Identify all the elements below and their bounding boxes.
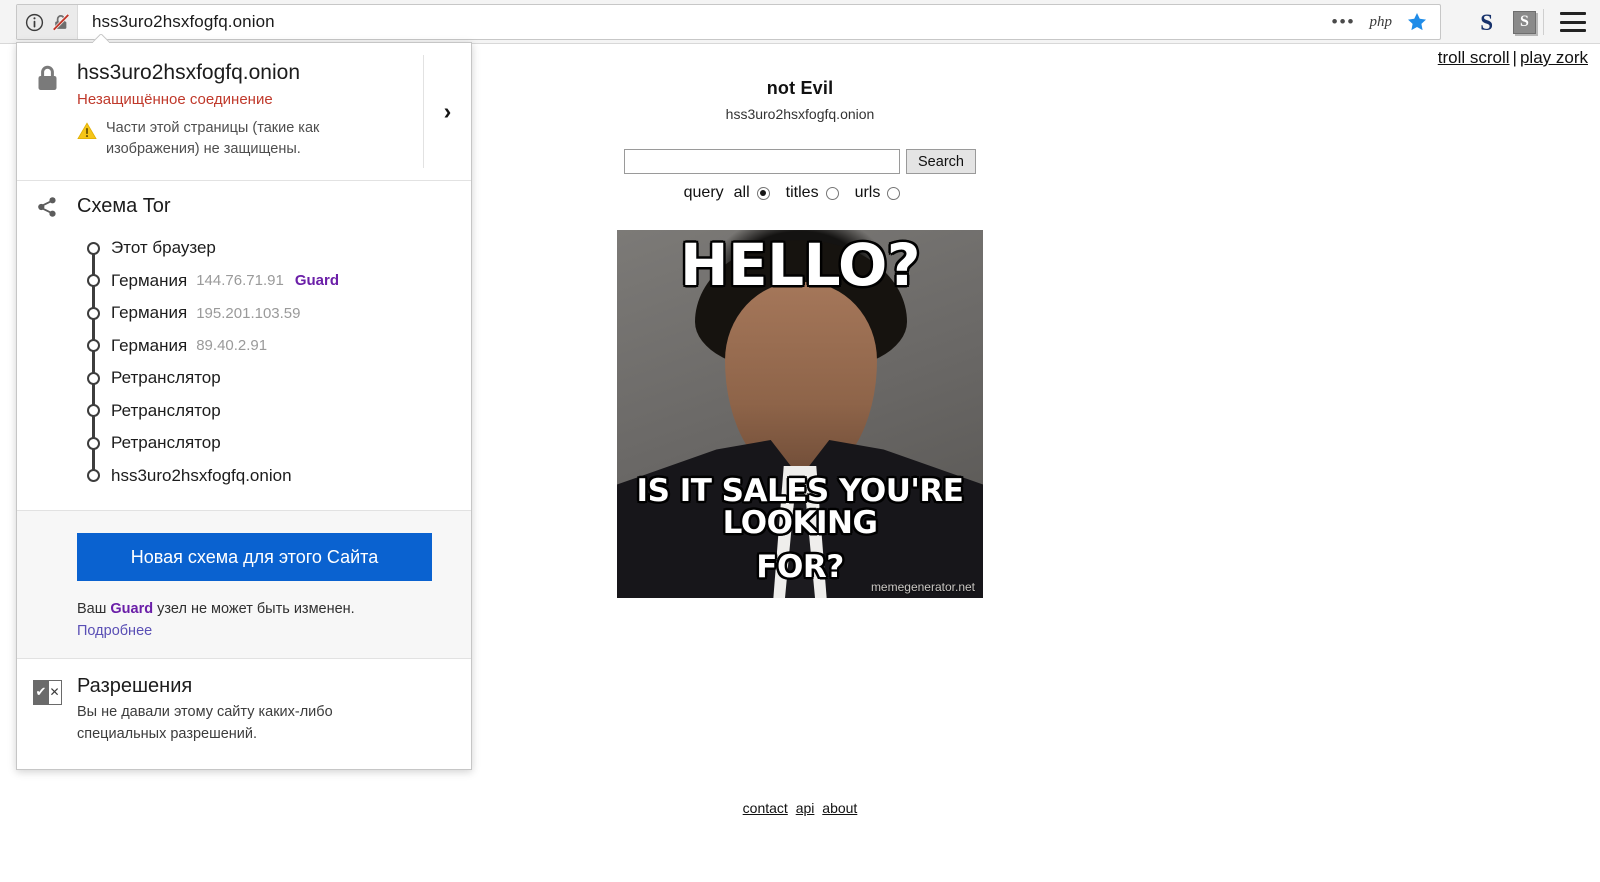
circuit-node-label: Германия bbox=[111, 270, 188, 290]
lock-icon bbox=[36, 65, 59, 92]
guard-note-suffix: узел не может быть изменен. bbox=[153, 601, 355, 618]
meme-top-text: HELLO? bbox=[680, 231, 920, 299]
circuit-node-label: Ретранслятор bbox=[111, 433, 221, 453]
toolbar-divider bbox=[1543, 9, 1544, 35]
scope-option-titles[interactable]: titles bbox=[786, 184, 839, 202]
footer-link-api[interactable]: api bbox=[796, 800, 815, 816]
circuit-node-dot bbox=[86, 371, 100, 385]
circuit-node: Ретранслятор bbox=[17, 427, 471, 460]
circuit-node-ip: 195.201.103.59 bbox=[196, 304, 301, 322]
meme-image: HELLO? IS IT SALES YOU'RE LOOKING FOR? m… bbox=[617, 230, 983, 598]
circuit-node-label: hss3uro2hsxfogfq.onion bbox=[111, 465, 292, 485]
guard-note-bold: Guard bbox=[110, 601, 154, 618]
circuit-node: Этот браузер bbox=[17, 232, 471, 265]
s-grey-extension-icon[interactable]: S bbox=[1513, 10, 1536, 34]
new-circuit-button[interactable]: Новая схема для этого Сайта bbox=[77, 533, 432, 582]
circuit-node-dot bbox=[86, 469, 100, 483]
circuit-node-ip: 144.76.71.91 bbox=[196, 272, 284, 290]
php-icon[interactable]: php bbox=[1370, 14, 1393, 31]
radio-titles[interactable] bbox=[825, 186, 839, 200]
s-blue-extension-icon[interactable]: S bbox=[1480, 11, 1493, 34]
extension-icons: S S bbox=[1480, 0, 1536, 44]
scope-option-all[interactable]: all bbox=[734, 184, 770, 202]
mixed-content-warning: Части этой страницы (такие как изображен… bbox=[77, 118, 465, 160]
scope-label-urls: urls bbox=[854, 184, 881, 201]
hamburger-menu-icon[interactable] bbox=[1560, 12, 1586, 32]
tor-circuit-header: Схема Tor bbox=[17, 195, 471, 218]
urlbar-right-icons: ••• php bbox=[1332, 11, 1440, 33]
circuit-node-dot bbox=[86, 404, 100, 418]
tor-circuit-title: Схема Tor bbox=[77, 195, 171, 218]
footer-link-contact[interactable]: contact bbox=[743, 800, 788, 816]
chevron-right-icon[interactable]: › bbox=[444, 100, 452, 123]
circuit-node-label: Ретранслятор bbox=[111, 368, 221, 388]
permissions-text: Вы не давали этому сайту каких-либо спец… bbox=[77, 703, 333, 742]
circuit-node: Германия 195.201.103.59 bbox=[17, 297, 471, 330]
guard-note-prefix: Ваш bbox=[77, 601, 111, 618]
radio-urls[interactable] bbox=[887, 186, 901, 200]
scope-option-urls[interactable]: urls bbox=[855, 184, 901, 202]
permissions-icon-column: ✔ ✕ bbox=[17, 675, 77, 746]
circuit-node-label: Этот браузер bbox=[111, 238, 216, 258]
circuit-node-dot bbox=[86, 339, 100, 353]
search-input[interactable] bbox=[624, 149, 901, 174]
circuit-node: Ретранслятор bbox=[17, 362, 471, 395]
site-identity-popup: hss3uro2hsxfogfq.onion Незащищённое соед… bbox=[16, 42, 472, 771]
new-circuit-section: Новая схема для этого Сайта Ваш Guard уз… bbox=[17, 511, 471, 659]
permissions-body: Разрешения Вы не давали этому сайту каки… bbox=[77, 675, 377, 746]
circuit-node-label: Ретранслятор bbox=[111, 400, 221, 420]
security-icon-column bbox=[17, 61, 77, 160]
circuit-node: Германия 89.40.2.91 bbox=[17, 330, 471, 363]
circuit-node-label: Германия bbox=[111, 303, 188, 323]
permissions-cross-glyph: ✕ bbox=[48, 680, 61, 704]
learn-more-link[interactable]: Подробнее bbox=[77, 623, 152, 639]
query-label: query bbox=[683, 184, 724, 201]
url-bar[interactable]: hss3uro2hsxfogfq.onion ••• php bbox=[16, 4, 1441, 40]
circuit-node-dot bbox=[86, 306, 100, 320]
more-dots-icon[interactable]: ••• bbox=[1332, 13, 1356, 30]
search-button[interactable]: Search bbox=[906, 149, 976, 174]
scope-label-all: all bbox=[733, 184, 750, 201]
circuit-node-guard-tag: Guard bbox=[294, 272, 339, 290]
warning-triangle-icon bbox=[77, 122, 97, 140]
circuit-node: hss3uro2hsxfogfq.onion bbox=[17, 460, 471, 493]
permissions-checkbox-icon: ✔ ✕ bbox=[32, 679, 62, 705]
radio-all[interactable] bbox=[756, 186, 770, 200]
meme-watermark: memegenerator.net bbox=[870, 580, 975, 594]
security-expand-button[interactable]: › bbox=[423, 55, 471, 169]
permissions-section: ✔ ✕ Разрешения Вы не давали этому сайту … bbox=[17, 659, 471, 770]
browser-toolbar: hss3uro2hsxfogfq.onion ••• php S S bbox=[0, 0, 1600, 44]
tor-circuit-list: Этот браузер Германия 144.76.71.91 Guard… bbox=[17, 232, 471, 492]
circuit-node-dot bbox=[86, 241, 100, 255]
url-text[interactable]: hss3uro2hsxfogfq.onion bbox=[78, 12, 275, 32]
circuit-node-dot bbox=[86, 274, 100, 288]
bookmark-star-icon[interactable] bbox=[1406, 11, 1428, 33]
circuit-node-label: Германия bbox=[111, 335, 188, 355]
page-footer: contact api about bbox=[0, 800, 1600, 816]
tor-circuit-section: Схема Tor Этот браузер Германия 144.76.7… bbox=[17, 181, 471, 512]
share-network-icon bbox=[36, 196, 58, 218]
broken-lock-icon[interactable] bbox=[51, 12, 71, 32]
security-section: hss3uro2hsxfogfq.onion Незащищённое соед… bbox=[17, 43, 471, 182]
connection-status: Незащищённое соединение bbox=[77, 91, 273, 109]
scope-label-titles: titles bbox=[785, 184, 819, 201]
popup-arrow bbox=[93, 34, 109, 43]
circuit-node: Ретранслятор bbox=[17, 395, 471, 428]
circuit-node: Германия 144.76.71.91 Guard bbox=[17, 265, 471, 298]
meme-bottom-text-line1: IS IT SALES YOU'RE LOOKING bbox=[636, 472, 964, 542]
circuit-node-ip: 89.40.2.91 bbox=[196, 337, 268, 355]
guard-note: Ваш Guard узел не может быть изменен. bbox=[77, 599, 471, 621]
info-circle-icon[interactable] bbox=[25, 13, 44, 32]
footer-link-about[interactable]: about bbox=[822, 800, 857, 816]
popup-host: hss3uro2hsxfogfq.onion bbox=[77, 61, 300, 84]
mixed-content-text: Части этой страницы (такие как изображен… bbox=[106, 120, 320, 158]
security-body: hss3uro2hsxfogfq.onion Незащищённое соед… bbox=[77, 61, 471, 160]
circuit-node-dot bbox=[86, 436, 100, 450]
tor-icon-column bbox=[17, 196, 77, 218]
permissions-check-glyph: ✔ bbox=[33, 680, 49, 704]
permissions-title: Разрешения bbox=[77, 674, 193, 697]
identity-box[interactable] bbox=[17, 5, 78, 39]
